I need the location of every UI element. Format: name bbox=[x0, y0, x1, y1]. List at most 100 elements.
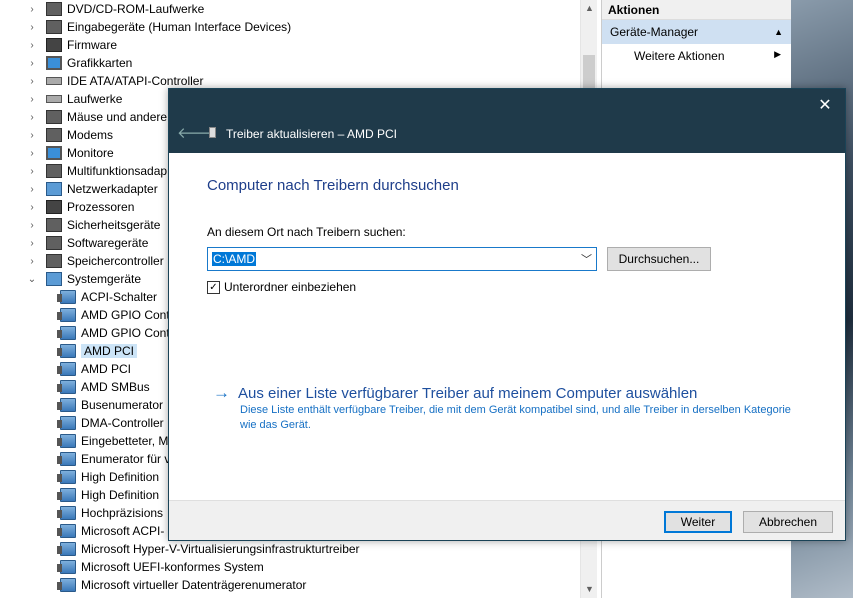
tree-device[interactable]: DMA-Controller bbox=[57, 414, 164, 432]
device-icon bbox=[57, 452, 76, 466]
next-button[interactable]: Weiter bbox=[664, 511, 732, 533]
device-icon bbox=[57, 542, 76, 556]
system-devices-icon bbox=[46, 272, 62, 286]
tree-category[interactable]: › Monitore bbox=[26, 144, 114, 162]
tree-category[interactable]: › Eingabegeräte (Human Interface Devices) bbox=[26, 18, 291, 36]
chevron-down-icon[interactable]: ﹀ bbox=[581, 251, 592, 267]
chevron-right-icon[interactable]: › bbox=[26, 57, 38, 69]
scroll-down-icon[interactable]: ▼ bbox=[581, 581, 598, 598]
path-combobox[interactable]: C:\AMD ﹀ bbox=[207, 247, 597, 271]
chevron-right-icon[interactable]: › bbox=[26, 93, 38, 105]
tree-device[interactable]: Microsoft UEFI-konformes System bbox=[57, 558, 264, 576]
choose-from-list-link[interactable]: → Aus einer Liste verfügbarer Treiber au… bbox=[213, 383, 697, 403]
processor-icon bbox=[46, 200, 62, 214]
tree-category[interactable]: › Speichercontroller bbox=[26, 252, 164, 270]
tree-item-label: Multifunktionsadap bbox=[67, 164, 168, 178]
tree-device[interactable]: High Definition bbox=[57, 486, 159, 504]
tree-item-label: Sicherheitsgeräte bbox=[67, 218, 161, 232]
more-actions-item[interactable]: Weitere Aktionen ▶ bbox=[602, 44, 791, 68]
device-icon bbox=[57, 470, 76, 484]
tree-category[interactable]: › Sicherheitsgeräte bbox=[26, 216, 160, 234]
chevron-down-icon[interactable]: ⌄ bbox=[26, 273, 38, 285]
tree-device[interactable]: ACPI-Schalter bbox=[57, 288, 158, 306]
tree-item-label: Microsoft UEFI-konformes System bbox=[81, 560, 264, 574]
chevron-right-icon[interactable]: › bbox=[26, 237, 38, 249]
tree-category[interactable]: › Prozessoren bbox=[26, 198, 134, 216]
chevron-right-icon[interactable]: › bbox=[26, 3, 38, 15]
software-device-icon bbox=[46, 236, 62, 250]
chevron-right-icon[interactable]: › bbox=[26, 129, 38, 141]
chevron-right-icon[interactable]: › bbox=[26, 219, 38, 231]
tree-category[interactable]: › Mäuse und andere Z bbox=[26, 108, 178, 126]
tree-item-label: ACPI-Schalter bbox=[81, 290, 158, 304]
dvd-icon bbox=[46, 2, 62, 16]
tree-item-label: AMD PCI bbox=[81, 362, 132, 376]
tree-category[interactable]: › Multifunktionsadap bbox=[26, 162, 167, 180]
tree-device[interactable]: AMD PCI bbox=[57, 342, 138, 360]
include-subfolders-label: Unterordner einbeziehen bbox=[224, 280, 357, 294]
chevron-right-icon[interactable]: › bbox=[26, 21, 38, 33]
dialog-titlebar: ✕ 🡐 Treiber aktualisieren – AMD PCI bbox=[169, 89, 845, 153]
tree-item-label: Busenumerator bbox=[81, 398, 164, 412]
device-small-icon bbox=[209, 127, 216, 138]
device-icon bbox=[57, 560, 76, 574]
tree-item-label: DMA-Controller bbox=[81, 416, 164, 430]
tree-item-label: Microsoft Hyper-V-Virtualisierungsinfras… bbox=[81, 542, 360, 556]
tree-category[interactable]: › Modems bbox=[26, 126, 113, 144]
tree-item-label: Prozessoren bbox=[67, 200, 135, 214]
close-icon[interactable]: ✕ bbox=[815, 95, 835, 115]
storage-controller-icon bbox=[46, 254, 62, 268]
tree-device[interactable]: Hochpräzisions bbox=[57, 504, 163, 522]
tree-category[interactable]: ⌄ Systemgeräte bbox=[26, 270, 141, 288]
dialog-heading: Computer nach Treibern durchsuchen bbox=[207, 177, 459, 194]
tree-item-label: Enumerator für v bbox=[81, 452, 171, 466]
tree-device[interactable]: High Definition bbox=[57, 468, 160, 486]
device-icon bbox=[57, 524, 76, 538]
chevron-right-icon[interactable]: › bbox=[26, 255, 38, 267]
tree-item-label: Monitore bbox=[67, 146, 114, 160]
location-label: An diesem Ort nach Treibern suchen: bbox=[207, 225, 406, 239]
chevron-right-icon[interactable]: › bbox=[26, 165, 38, 177]
include-subfolders-row[interactable]: ✓ Unterordner einbeziehen bbox=[207, 280, 356, 294]
browse-button[interactable]: Durchsuchen... bbox=[607, 247, 711, 271]
cancel-button[interactable]: Abbrechen bbox=[743, 511, 833, 533]
firmware-icon bbox=[46, 38, 62, 52]
drive-icon bbox=[46, 95, 62, 103]
tree-category[interactable]: › Laufwerke bbox=[26, 90, 122, 108]
include-subfolders-checkbox[interactable]: ✓ bbox=[207, 280, 220, 294]
tree-device[interactable]: Enumerator für v bbox=[57, 450, 171, 468]
tree-device[interactable]: AMD SMBus bbox=[57, 378, 150, 396]
chevron-right-icon[interactable]: › bbox=[26, 183, 38, 195]
path-input-value[interactable]: C:\AMD bbox=[212, 252, 256, 266]
chevron-right-icon[interactable]: › bbox=[26, 111, 38, 123]
tree-item-label: High Definition bbox=[81, 470, 160, 484]
tree-category[interactable]: › Grafikkarten bbox=[26, 54, 132, 72]
device-icon bbox=[57, 416, 76, 430]
scroll-up-icon[interactable]: ▲ bbox=[581, 0, 598, 17]
tree-category[interactable]: › DVD/CD-ROM-Laufwerke bbox=[26, 0, 204, 18]
tree-item-label: Netzwerkadapter bbox=[67, 182, 158, 196]
chevron-right-icon[interactable]: › bbox=[26, 39, 38, 51]
device-icon bbox=[57, 380, 76, 394]
tree-device[interactable]: Busenumerator bbox=[57, 396, 164, 414]
chevron-right-icon[interactable]: › bbox=[26, 201, 38, 213]
tree-device[interactable]: AMD GPIO Cont bbox=[57, 324, 170, 342]
tree-item-label: AMD GPIO Cont bbox=[81, 308, 170, 322]
tree-device[interactable]: Microsoft ACPI- bbox=[57, 522, 164, 540]
tree-category[interactable]: › Firmware bbox=[26, 36, 117, 54]
chevron-right-icon[interactable]: › bbox=[26, 147, 38, 159]
tree-category[interactable]: › Softwaregeräte bbox=[26, 234, 148, 252]
tree-device[interactable]: Microsoft Hyper-V-Virtualisierungsinfras… bbox=[57, 540, 360, 558]
tree-device[interactable]: Eingebetteter, M bbox=[57, 432, 168, 450]
device-icon bbox=[57, 578, 76, 592]
tree-device[interactable]: Microsoft virtueller Datenträgerenumerat… bbox=[57, 576, 306, 594]
choose-from-list-label[interactable]: Aus einer Liste verfügbarer Treiber auf … bbox=[238, 385, 697, 402]
tree-device[interactable]: AMD PCI bbox=[57, 360, 132, 378]
tree-category[interactable]: › Netzwerkadapter bbox=[26, 180, 158, 198]
tree-device[interactable]: AMD GPIO Cont bbox=[57, 306, 170, 324]
collapse-up-icon[interactable]: ▲ bbox=[774, 27, 783, 37]
chevron-right-icon[interactable]: › bbox=[26, 75, 38, 87]
actions-group-device-manager[interactable]: Geräte-Manager ▲ bbox=[602, 20, 791, 44]
hid-icon bbox=[46, 20, 62, 34]
tree-item-label: AMD GPIO Cont bbox=[81, 326, 170, 340]
